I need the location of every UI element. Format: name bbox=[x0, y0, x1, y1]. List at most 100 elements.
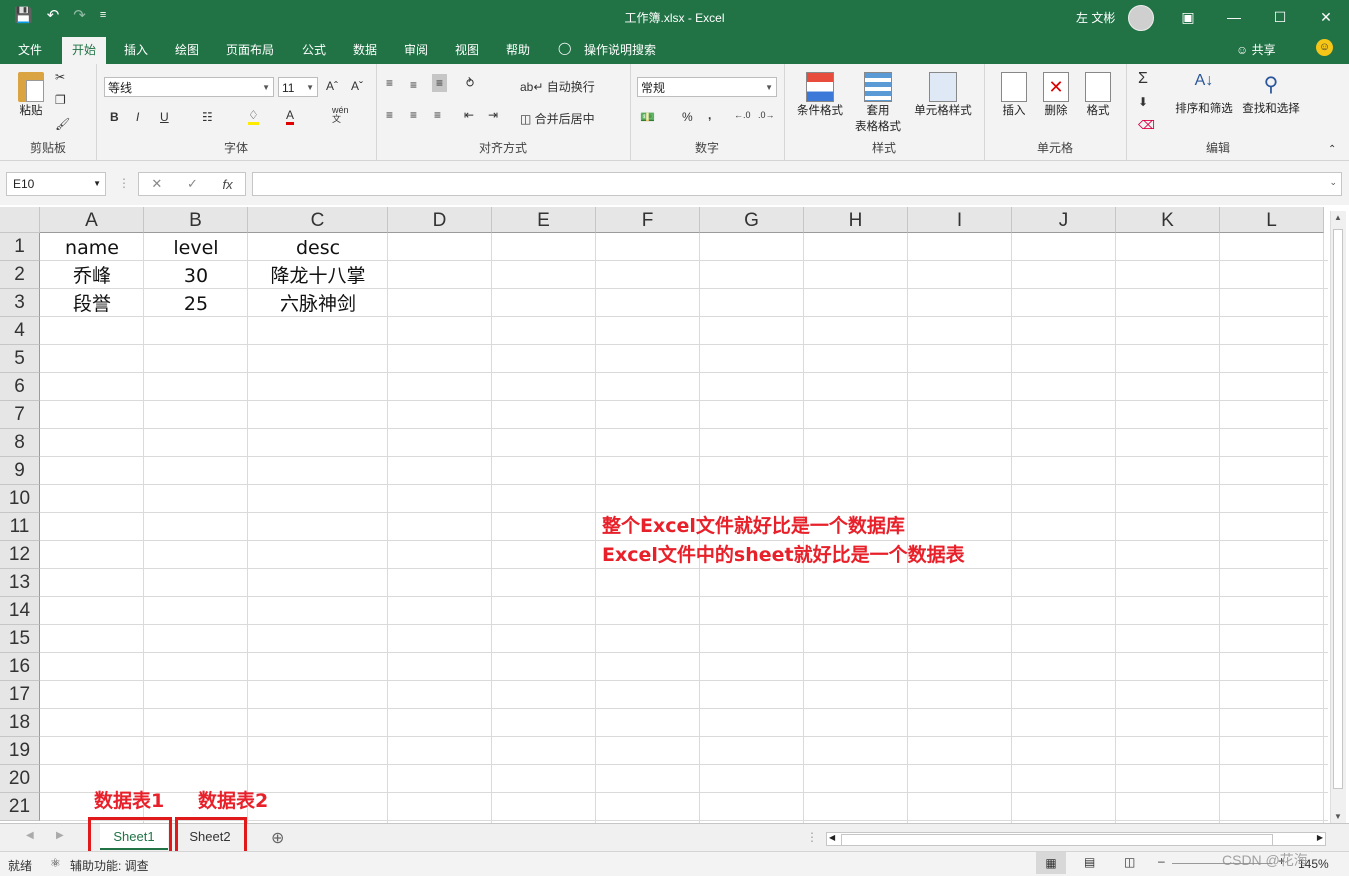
comma-button[interactable]: , bbox=[708, 108, 711, 122]
underline-button[interactable]: U bbox=[160, 110, 169, 124]
formula-input[interactable]: ⌄ bbox=[252, 172, 1342, 196]
increase-indent-icon[interactable]: ⇥ bbox=[488, 108, 498, 122]
tab-draw[interactable]: 绘图 bbox=[175, 41, 199, 58]
increase-font-icon[interactable]: Aˆ bbox=[326, 79, 338, 93]
tab-help[interactable]: 帮助 bbox=[506, 41, 530, 58]
close-icon[interactable]: ✕ bbox=[1303, 0, 1349, 34]
row-header-9[interactable]: 9 bbox=[0, 457, 40, 485]
column-header-l[interactable]: L bbox=[1220, 207, 1324, 233]
scroll-down-icon[interactable]: ▼ bbox=[1334, 812, 1342, 821]
select-all-corner[interactable] bbox=[0, 207, 40, 233]
row-header-3[interactable]: 3 bbox=[0, 289, 40, 317]
column-header-e[interactable]: E bbox=[492, 207, 596, 233]
decrease-indent-icon[interactable]: ⇤ bbox=[464, 108, 474, 122]
expand-formula-icon[interactable]: ⌄ bbox=[1329, 177, 1337, 188]
align-left-icon[interactable]: ≡ bbox=[386, 108, 393, 122]
page-break-view-icon[interactable]: ◫ bbox=[1124, 855, 1135, 869]
borders-icon[interactable]: ☷ bbox=[202, 110, 213, 124]
copy-icon[interactable]: ❐ bbox=[55, 93, 66, 107]
avatar[interactable] bbox=[1128, 5, 1154, 31]
row-header-13[interactable]: 13 bbox=[0, 569, 40, 597]
column-header-j[interactable]: J bbox=[1012, 207, 1116, 233]
cell-styles-button[interactable]: 单元格样式 bbox=[908, 72, 978, 118]
format-as-table-button[interactable]: 套用 表格格式 bbox=[848, 72, 908, 134]
cell-b3[interactable]: 25 bbox=[144, 289, 248, 317]
row-header-14[interactable]: 14 bbox=[0, 597, 40, 625]
normal-view-icon[interactable]: ▦ bbox=[1036, 852, 1066, 874]
phonetic-icon[interactable]: wén 文 bbox=[332, 106, 349, 124]
share-button[interactable]: ☺ 共享 bbox=[1236, 41, 1276, 58]
row-header-10[interactable]: 10 bbox=[0, 485, 40, 513]
font-color-icon[interactable]: A bbox=[286, 108, 295, 125]
autosum-icon[interactable]: Σ bbox=[1138, 70, 1148, 88]
row-header-20[interactable]: 20 bbox=[0, 765, 40, 793]
page-layout-view-icon[interactable]: ▤ bbox=[1084, 855, 1095, 869]
row-header-21[interactable]: 21 bbox=[0, 793, 40, 821]
tab-formulas[interactable]: 公式 bbox=[302, 41, 326, 58]
percent-button[interactable]: % bbox=[682, 110, 693, 124]
decrease-decimal-icon[interactable]: .0→ bbox=[758, 110, 775, 120]
prev-sheet-icon[interactable]: ◀ bbox=[26, 830, 34, 841]
feedback-smile-icon[interactable]: ☺ bbox=[1316, 39, 1333, 56]
row-header-2[interactable]: 2 bbox=[0, 261, 40, 289]
column-header-f[interactable]: F bbox=[596, 207, 700, 233]
orientation-icon[interactable]: ⥁ bbox=[466, 76, 474, 90]
row-header-6[interactable]: 6 bbox=[0, 373, 40, 401]
new-sheet-icon[interactable]: ⊕ bbox=[271, 828, 284, 848]
align-right-icon[interactable]: ≡ bbox=[434, 108, 441, 122]
fill-icon[interactable]: ⬇ bbox=[1138, 95, 1148, 109]
font-size-select[interactable]: 11 ▼ bbox=[278, 77, 318, 97]
cell-a1[interactable]: name bbox=[40, 233, 144, 261]
row-header-16[interactable]: 16 bbox=[0, 653, 40, 681]
number-format-select[interactable]: 常规 ▼ bbox=[637, 77, 777, 97]
row-header-19[interactable]: 19 bbox=[0, 737, 40, 765]
sort-filter-button[interactable]: A↓ 排序和筛选 bbox=[1172, 72, 1236, 116]
row-header-12[interactable]: 12 bbox=[0, 541, 40, 569]
paste-button[interactable]: 粘贴 bbox=[14, 72, 48, 118]
column-header-d[interactable]: D bbox=[388, 207, 492, 233]
insert-function-icon[interactable]: fx bbox=[223, 177, 233, 192]
row-header-1[interactable]: 1 bbox=[0, 233, 40, 261]
column-header-c[interactable]: C bbox=[248, 207, 388, 233]
format-cells-button[interactable]: 格式 bbox=[1078, 72, 1118, 118]
horizontal-scrollbar[interactable]: ◀ ▶ bbox=[826, 832, 1326, 846]
tell-me-search[interactable]: 操作说明搜索 bbox=[584, 41, 656, 58]
tab-home[interactable]: 开始 bbox=[62, 37, 107, 64]
row-header-18[interactable]: 18 bbox=[0, 709, 40, 737]
cancel-icon[interactable]: ✕ bbox=[151, 176, 162, 192]
enter-icon[interactable]: ✓ bbox=[187, 176, 198, 192]
cell-b1[interactable]: level bbox=[144, 233, 248, 261]
cell-a2[interactable]: 乔峰 bbox=[40, 261, 144, 289]
row-header-5[interactable]: 5 bbox=[0, 345, 40, 373]
hscroll-thumb[interactable] bbox=[841, 834, 1273, 846]
ribbon-display-icon[interactable]: ▣ bbox=[1165, 0, 1211, 34]
maximize-icon[interactable]: ☐ bbox=[1257, 0, 1303, 34]
align-center-icon[interactable]: ≡ bbox=[410, 108, 417, 122]
zoom-out-icon[interactable]: – bbox=[1158, 854, 1165, 868]
merge-center-button[interactable]: ◫ 合并后居中 bbox=[520, 110, 595, 127]
tab-view[interactable]: 视图 bbox=[455, 41, 479, 58]
minimize-icon[interactable]: — bbox=[1211, 0, 1257, 34]
column-header-g[interactable]: G bbox=[700, 207, 804, 233]
vertical-scrollbar[interactable]: ▲ ▼ bbox=[1330, 211, 1346, 823]
clear-icon[interactable]: ⌫ bbox=[1138, 118, 1155, 132]
delete-cells-button[interactable]: ✕ 删除 bbox=[1036, 72, 1076, 118]
tab-data[interactable]: 数据 bbox=[353, 41, 377, 58]
column-header-k[interactable]: K bbox=[1116, 207, 1220, 233]
column-header-a[interactable]: A bbox=[40, 207, 144, 233]
next-sheet-icon[interactable]: ▶ bbox=[56, 830, 64, 841]
cell-c3[interactable]: 六脉神剑 bbox=[248, 289, 388, 317]
row-header-8[interactable]: 8 bbox=[0, 429, 40, 457]
tab-insert[interactable]: 插入 bbox=[124, 41, 148, 58]
find-select-button[interactable]: ⚲ 查找和选择 bbox=[1238, 72, 1304, 116]
cut-icon[interactable]: ✂ bbox=[55, 70, 65, 84]
cell-b2[interactable]: 30 bbox=[144, 261, 248, 289]
tab-page-layout[interactable]: 页面布局 bbox=[226, 41, 274, 58]
column-header-b[interactable]: B bbox=[144, 207, 248, 233]
scroll-up-icon[interactable]: ▲ bbox=[1334, 213, 1342, 222]
tab-review[interactable]: 审阅 bbox=[404, 41, 428, 58]
fill-color-icon[interactable]: ♢ bbox=[248, 108, 259, 125]
row-header-4[interactable]: 4 bbox=[0, 317, 40, 345]
tab-file[interactable]: 文件 bbox=[18, 41, 42, 58]
row-header-15[interactable]: 15 bbox=[0, 625, 40, 653]
